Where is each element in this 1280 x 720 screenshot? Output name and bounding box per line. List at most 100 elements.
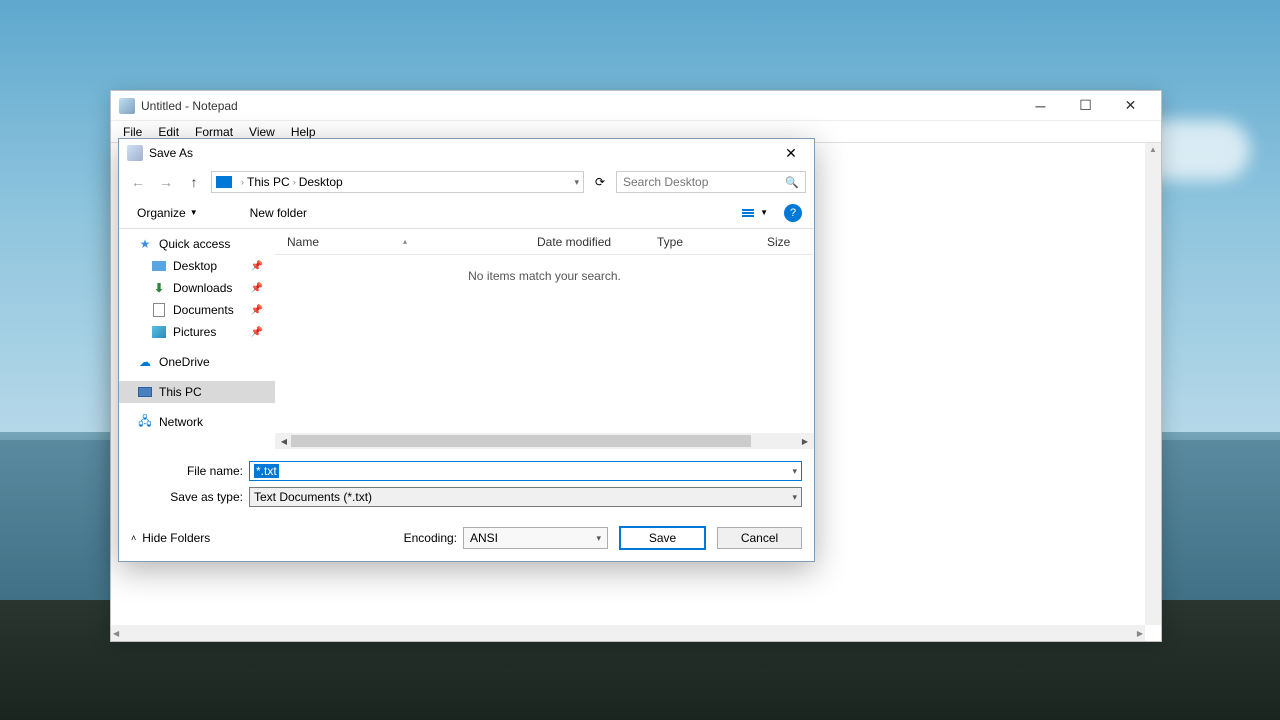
forward-button[interactable]: → <box>155 171 177 193</box>
column-label: Date modified <box>537 235 611 249</box>
chevron-down-icon: ▼ <box>760 208 768 217</box>
new-folder-button[interactable]: New folder <box>244 202 313 224</box>
new-folder-label: New folder <box>250 206 307 220</box>
file-list-pane: Name ▴ Date modified Type Size No items … <box>275 229 814 449</box>
save-button[interactable]: Save <box>620 527 705 549</box>
content-area: ★ Quick access Desktop 📌 ⬇ Downloads 📌 D… <box>119 229 814 449</box>
tree-downloads[interactable]: ⬇ Downloads 📌 <box>119 277 275 299</box>
search-input[interactable] <box>623 175 785 189</box>
column-label: Size <box>767 235 790 249</box>
file-horizontal-scrollbar[interactable]: ◀ ▶ <box>275 433 814 449</box>
column-date[interactable]: Date modified <box>525 235 645 249</box>
cloud-icon: ☁ <box>137 355 153 369</box>
tree-network[interactable]: 🖧 Network <box>119 411 275 433</box>
breadcrumb-thispc[interactable]: This PC <box>247 175 290 189</box>
chevron-down-icon[interactable]: ▾ <box>574 177 579 188</box>
filename-input[interactable]: *.txt ▾ <box>249 461 802 481</box>
filename-value: *.txt <box>254 464 279 478</box>
tree-this-pc[interactable]: This PC <box>119 381 275 403</box>
pictures-icon <box>151 325 167 339</box>
pin-icon: 📌 <box>251 305 263 316</box>
chevron-right-icon: › <box>241 177 244 187</box>
tree-pictures[interactable]: Pictures 📌 <box>119 321 275 343</box>
chevron-right-icon: › <box>293 177 296 187</box>
pin-icon: 📌 <box>251 283 263 294</box>
filename-label: File name: <box>131 464 249 478</box>
folder-icon <box>151 259 167 273</box>
tree-label: OneDrive <box>159 355 210 369</box>
tree-label: Downloads <box>173 281 232 295</box>
minimize-button[interactable]: ─ <box>1018 92 1063 120</box>
notepad-icon <box>119 98 135 114</box>
tree-quick-access[interactable]: ★ Quick access <box>119 233 275 255</box>
network-icon: 🖧 <box>137 415 153 429</box>
navigation-row: ← → ↑ › This PC › Desktop ▾ ⟳ 🔍 <box>119 167 814 197</box>
tree-documents[interactable]: Documents 📌 <box>119 299 275 321</box>
dialog-titlebar[interactable]: Save As ✕ <box>119 139 814 167</box>
hide-folders-label: Hide Folders <box>142 531 210 545</box>
saveastype-select[interactable]: Text Documents (*.txt) ▾ <box>249 487 802 507</box>
encoding-label: Encoding: <box>404 531 457 545</box>
cancel-label: Cancel <box>741 531 778 545</box>
breadcrumb[interactable]: › This PC › Desktop ▾ <box>211 171 584 193</box>
scroll-left-icon: ◀ <box>277 437 291 446</box>
scroll-left-icon: ◀ <box>113 629 119 638</box>
dialog-close-button[interactable]: ✕ <box>776 141 806 165</box>
encoding-select[interactable]: ANSI ▾ <box>463 527 608 549</box>
tree-label: Network <box>159 415 203 429</box>
tree-label: Quick access <box>159 237 230 251</box>
close-button[interactable]: ✕ <box>1108 92 1153 120</box>
star-icon: ★ <box>137 237 153 251</box>
back-button[interactable]: ← <box>127 171 149 193</box>
dialog-icon <box>127 145 143 161</box>
column-headers: Name ▴ Date modified Type Size <box>275 229 814 255</box>
column-type[interactable]: Type <box>645 235 755 249</box>
vertical-scrollbar[interactable]: ▲ <box>1145 143 1161 625</box>
breadcrumb-desktop[interactable]: Desktop <box>299 175 343 189</box>
bottom-row: ˄ Hide Folders Encoding: ANSI ▾ Save Can… <box>119 517 814 561</box>
chevron-down-icon[interactable]: ▾ <box>792 492 797 503</box>
view-icon <box>742 209 754 217</box>
help-button[interactable]: ? <box>784 204 802 222</box>
chevron-down-icon[interactable]: ▾ <box>596 533 601 544</box>
tree-label: Documents <box>173 303 234 317</box>
save-as-dialog: Save As ✕ ← → ↑ › This PC › Desktop ▾ ⟳ … <box>118 138 815 562</box>
form-area: File name: *.txt ▾ Save as type: Text Do… <box>119 449 814 517</box>
chevron-down-icon: ▼ <box>190 208 198 217</box>
scroll-right-icon: ▶ <box>1137 629 1143 638</box>
view-options-button[interactable]: ▼ <box>738 206 772 219</box>
organize-button[interactable]: Organize ▼ <box>131 202 204 224</box>
saveastype-label: Save as type: <box>131 490 249 504</box>
horizontal-scrollbar[interactable]: ◀ ▶ <box>111 625 1145 641</box>
notepad-title: Untitled - Notepad <box>141 99 1018 113</box>
column-name[interactable]: Name ▴ <box>275 235 525 249</box>
search-box[interactable]: 🔍 <box>616 171 806 193</box>
tree-onedrive[interactable]: ☁ OneDrive <box>119 351 275 373</box>
column-label: Type <box>657 235 683 249</box>
hide-folders-button[interactable]: ˄ Hide Folders <box>131 531 210 545</box>
tree-desktop[interactable]: Desktop 📌 <box>119 255 275 277</box>
column-label: Name <box>287 235 319 249</box>
chevron-down-icon[interactable]: ▾ <box>792 466 797 477</box>
refresh-button[interactable]: ⟳ <box>590 171 610 193</box>
scroll-right-icon: ▶ <box>798 437 812 446</box>
chevron-up-icon: ˄ <box>131 533 136 543</box>
empty-message: No items match your search. <box>275 269 814 283</box>
navigation-tree: ★ Quick access Desktop 📌 ⬇ Downloads 📌 D… <box>119 229 275 449</box>
download-icon: ⬇ <box>151 281 167 295</box>
saveastype-value: Text Documents (*.txt) <box>254 490 372 504</box>
tree-label: This PC <box>159 385 202 399</box>
up-button[interactable]: ↑ <box>183 171 205 193</box>
tree-label: Pictures <box>173 325 216 339</box>
column-size[interactable]: Size <box>755 235 805 249</box>
organize-label: Organize <box>137 206 186 220</box>
notepad-titlebar[interactable]: Untitled - Notepad ─ ☐ ✕ <box>111 91 1161 121</box>
scroll-up-icon: ▲ <box>1149 145 1157 154</box>
document-icon <box>151 303 167 317</box>
maximize-button[interactable]: ☐ <box>1063 92 1108 120</box>
encoding-value: ANSI <box>470 531 498 545</box>
search-icon[interactable]: 🔍 <box>785 176 799 189</box>
cancel-button[interactable]: Cancel <box>717 527 802 549</box>
scrollbar-track[interactable] <box>291 435 751 447</box>
tree-label: Desktop <box>173 259 217 273</box>
